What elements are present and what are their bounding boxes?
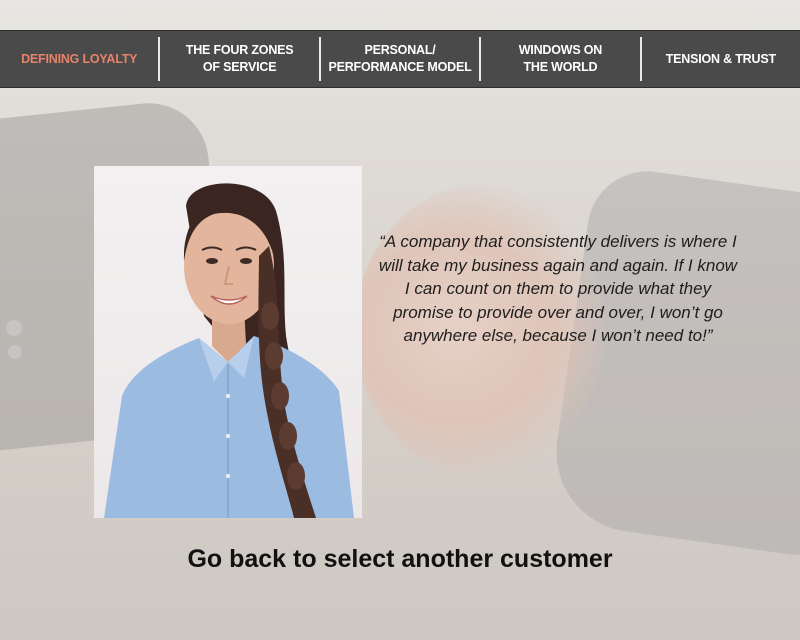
customer-portrait xyxy=(104,183,354,518)
nav-item-tension-trust[interactable]: TENSION & TRUST xyxy=(639,37,800,81)
customer-quote: “A company that consistently delivers is… xyxy=(378,232,738,345)
go-back-link[interactable]: Go back to select another customer xyxy=(0,545,800,574)
nav-item-personal-performance[interactable]: PERSONAL/ PERFORMANCE MODEL xyxy=(318,37,479,81)
top-navigation: DEFINING LOYALTY THE FOUR ZONES OF SERVI… xyxy=(0,30,800,88)
nav-item-defining-loyalty[interactable]: DEFINING LOYALTY xyxy=(0,37,158,81)
nav-item-four-zones[interactable]: THE FOUR ZONES OF SERVICE xyxy=(158,37,318,81)
nav-item-windows-on-world[interactable]: WINDOWS ON THE WORLD xyxy=(479,37,639,81)
customer-photo xyxy=(94,166,362,518)
